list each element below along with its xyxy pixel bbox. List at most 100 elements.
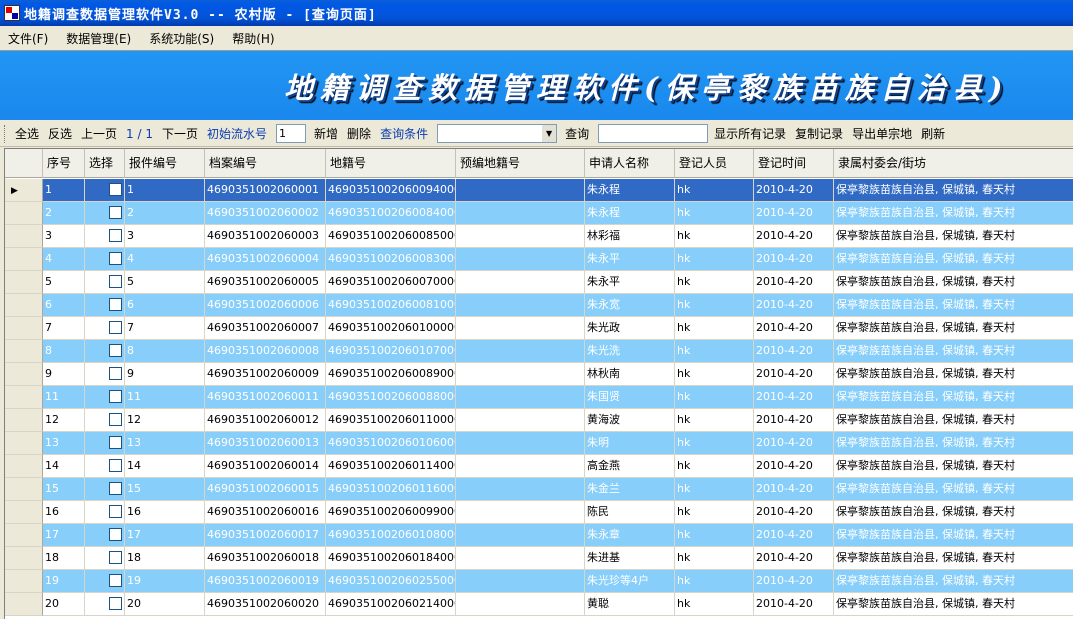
select-checkbox[interactable] [109, 297, 122, 311]
select-checkbox[interactable] [109, 504, 122, 518]
cell-registrar[interactable]: hk [675, 409, 754, 432]
cell-pre-cadastral-no[interactable] [456, 317, 585, 340]
next-page-button[interactable]: 下一页 [162, 125, 198, 142]
cell-report-no[interactable]: 11 [125, 386, 205, 409]
show-all-records-button[interactable]: 显示所有记录 [714, 125, 786, 142]
row-header[interactable] [5, 478, 43, 501]
table-row[interactable]: 6 6 4690351002060006 4690351002060081000 朱永宽… [5, 294, 1073, 317]
cell-report-no[interactable]: 5 [125, 271, 205, 294]
cell-registrar[interactable]: hk [675, 317, 754, 340]
cell-village[interactable]: 保亭黎族苗族自治县, 保城镇, 春天村 [834, 501, 1073, 524]
cell-village[interactable]: 保亭黎族苗族自治县, 保城镇, 春天村 [834, 478, 1073, 501]
cell-village[interactable]: 保亭黎族苗族自治县, 保城镇, 春天村 [834, 386, 1073, 409]
cell-registrar[interactable]: hk [675, 248, 754, 271]
records-grid[interactable]: 序号 选择 报件编号 档案编号 地籍号 预编地籍号 申请人名称 登记人员 登记时… [4, 148, 1073, 619]
cell-cadastral-no[interactable]: 4690351002060081000 [326, 294, 456, 317]
cell-registrar[interactable]: hk [675, 363, 754, 386]
table-row[interactable]: 16 16 4690351002060016 4690351002060099000 陈… [5, 501, 1073, 524]
table-row[interactable]: 3 3 4690351002060003 4690351002060085000 林彩福… [5, 225, 1073, 248]
cell-pre-cadastral-no[interactable] [456, 294, 585, 317]
cell-registrar[interactable]: hk [675, 570, 754, 593]
cell-applicant[interactable]: 朱国贤 [585, 386, 675, 409]
cell-pre-cadastral-no[interactable] [456, 409, 585, 432]
cell-village[interactable]: 保亭黎族苗族自治县, 保城镇, 春天村 [834, 340, 1073, 363]
cell-reg-date[interactable]: 2010-4-20 [754, 248, 834, 271]
select-checkbox[interactable] [109, 573, 122, 587]
cell-report-no[interactable]: 8 [125, 340, 205, 363]
cell-cadastral-no[interactable]: 4690351002060214000 [326, 593, 456, 616]
cell-archive-no[interactable]: 4690351002060008 [205, 340, 326, 363]
row-header[interactable] [5, 432, 43, 455]
cell-village[interactable]: 保亭黎族苗族自治县, 保城镇, 春天村 [834, 432, 1073, 455]
cell-applicant[interactable]: 朱明 [585, 432, 675, 455]
table-row[interactable]: 12 12 4690351002060012 4690351002060110000 黄… [5, 409, 1073, 432]
cell-village[interactable]: 保亭黎族苗族自治县, 保城镇, 春天村 [834, 225, 1073, 248]
query-condition-select[interactable]: ▼ [437, 124, 558, 143]
row-header[interactable] [5, 248, 43, 271]
cell-seq[interactable]: 9 [43, 363, 85, 386]
cell-reg-date[interactable]: 2010-4-20 [754, 179, 834, 202]
cell-reg-date[interactable]: 2010-4-20 [754, 593, 834, 616]
cell-registrar[interactable]: hk [675, 202, 754, 225]
cell-seq[interactable]: 13 [43, 432, 85, 455]
cell-archive-no[interactable]: 4690351002060014 [205, 455, 326, 478]
cell-seq[interactable]: 4 [43, 248, 85, 271]
cell-pre-cadastral-no[interactable] [456, 340, 585, 363]
app-icon[interactable] [4, 5, 20, 21]
cell-village[interactable]: 保亭黎族苗族自治县, 保城镇, 春天村 [834, 570, 1073, 593]
select-checkbox[interactable] [109, 389, 122, 403]
cell-report-no[interactable]: 9 [125, 363, 205, 386]
select-checkbox[interactable] [109, 205, 122, 219]
select-checkbox[interactable] [109, 366, 122, 380]
cell-registrar[interactable]: hk [675, 386, 754, 409]
cell-report-no[interactable]: 18 [125, 547, 205, 570]
table-row[interactable]: 14 14 4690351002060014 4690351002060114000 高… [5, 455, 1073, 478]
cell-applicant[interactable]: 朱进基 [585, 547, 675, 570]
menu-system-functions[interactable]: 系统功能(S) [149, 30, 214, 47]
cell-report-no[interactable]: 3 [125, 225, 205, 248]
cell-village[interactable]: 保亭黎族苗族自治县, 保城镇, 春天村 [834, 202, 1073, 225]
prev-page-button[interactable]: 上一页 [81, 125, 117, 142]
cell-archive-no[interactable]: 4690351002060012 [205, 409, 326, 432]
cell-report-no[interactable]: 14 [125, 455, 205, 478]
cell-applicant[interactable]: 朱永平 [585, 248, 675, 271]
table-row[interactable]: 7 7 4690351002060007 4690351002060100000 朱光政… [5, 317, 1073, 340]
cell-cadastral-no[interactable]: 4690351002060094000 [326, 179, 456, 202]
cell-reg-date[interactable]: 2010-4-20 [754, 432, 834, 455]
cell-village[interactable]: 保亭黎族苗族自治县, 保城镇, 春天村 [834, 524, 1073, 547]
refresh-button[interactable]: 刷新 [921, 125, 945, 142]
header-report-no[interactable]: 报件编号 [125, 149, 205, 178]
cell-report-no[interactable]: 17 [125, 524, 205, 547]
cell-village[interactable]: 保亭黎族苗族自治县, 保城镇, 春天村 [834, 317, 1073, 340]
cell-seq[interactable]: 8 [43, 340, 85, 363]
cell-applicant[interactable]: 朱永程 [585, 179, 675, 202]
toolbar-grip[interactable] [4, 124, 7, 143]
select-checkbox[interactable] [109, 435, 122, 449]
select-checkbox[interactable] [109, 596, 122, 610]
export-parcel-button[interactable]: 导出单宗地 [852, 125, 912, 142]
cell-village[interactable]: 保亭黎族苗族自治县, 保城镇, 春天村 [834, 179, 1073, 202]
cell-applicant[interactable]: 朱永宽 [585, 294, 675, 317]
cell-cadastral-no[interactable]: 4690351002060100000 [326, 317, 456, 340]
cell-report-no[interactable]: 2 [125, 202, 205, 225]
table-row[interactable]: 17 17 4690351002060017 4690351002060108000 朱… [5, 524, 1073, 547]
cell-report-no[interactable]: 19 [125, 570, 205, 593]
table-row[interactable]: 15 15 4690351002060015 4690351002060116000 朱… [5, 478, 1073, 501]
select-checkbox[interactable] [109, 458, 122, 472]
cell-seq[interactable]: 16 [43, 501, 85, 524]
header-seq[interactable]: 序号 [43, 149, 85, 178]
row-header[interactable] [5, 409, 43, 432]
cell-applicant[interactable]: 黄聪 [585, 593, 675, 616]
cell-pre-cadastral-no[interactable] [456, 501, 585, 524]
menu-file[interactable]: 文件(F) [8, 30, 48, 47]
cell-reg-date[interactable]: 2010-4-20 [754, 294, 834, 317]
table-row[interactable]: 20 20 4690351002060020 4690351002060214000 黄… [5, 593, 1073, 616]
cell-pre-cadastral-no[interactable] [456, 547, 585, 570]
row-header[interactable] [5, 225, 43, 248]
cell-seq[interactable]: 3 [43, 225, 85, 248]
row-header[interactable]: ▶ [5, 179, 43, 202]
table-row[interactable]: 5 5 4690351002060005 4690351002060070000 朱永平… [5, 271, 1073, 294]
cell-archive-no[interactable]: 4690351002060020 [205, 593, 326, 616]
select-checkbox[interactable] [109, 228, 122, 242]
row-header[interactable] [5, 363, 43, 386]
